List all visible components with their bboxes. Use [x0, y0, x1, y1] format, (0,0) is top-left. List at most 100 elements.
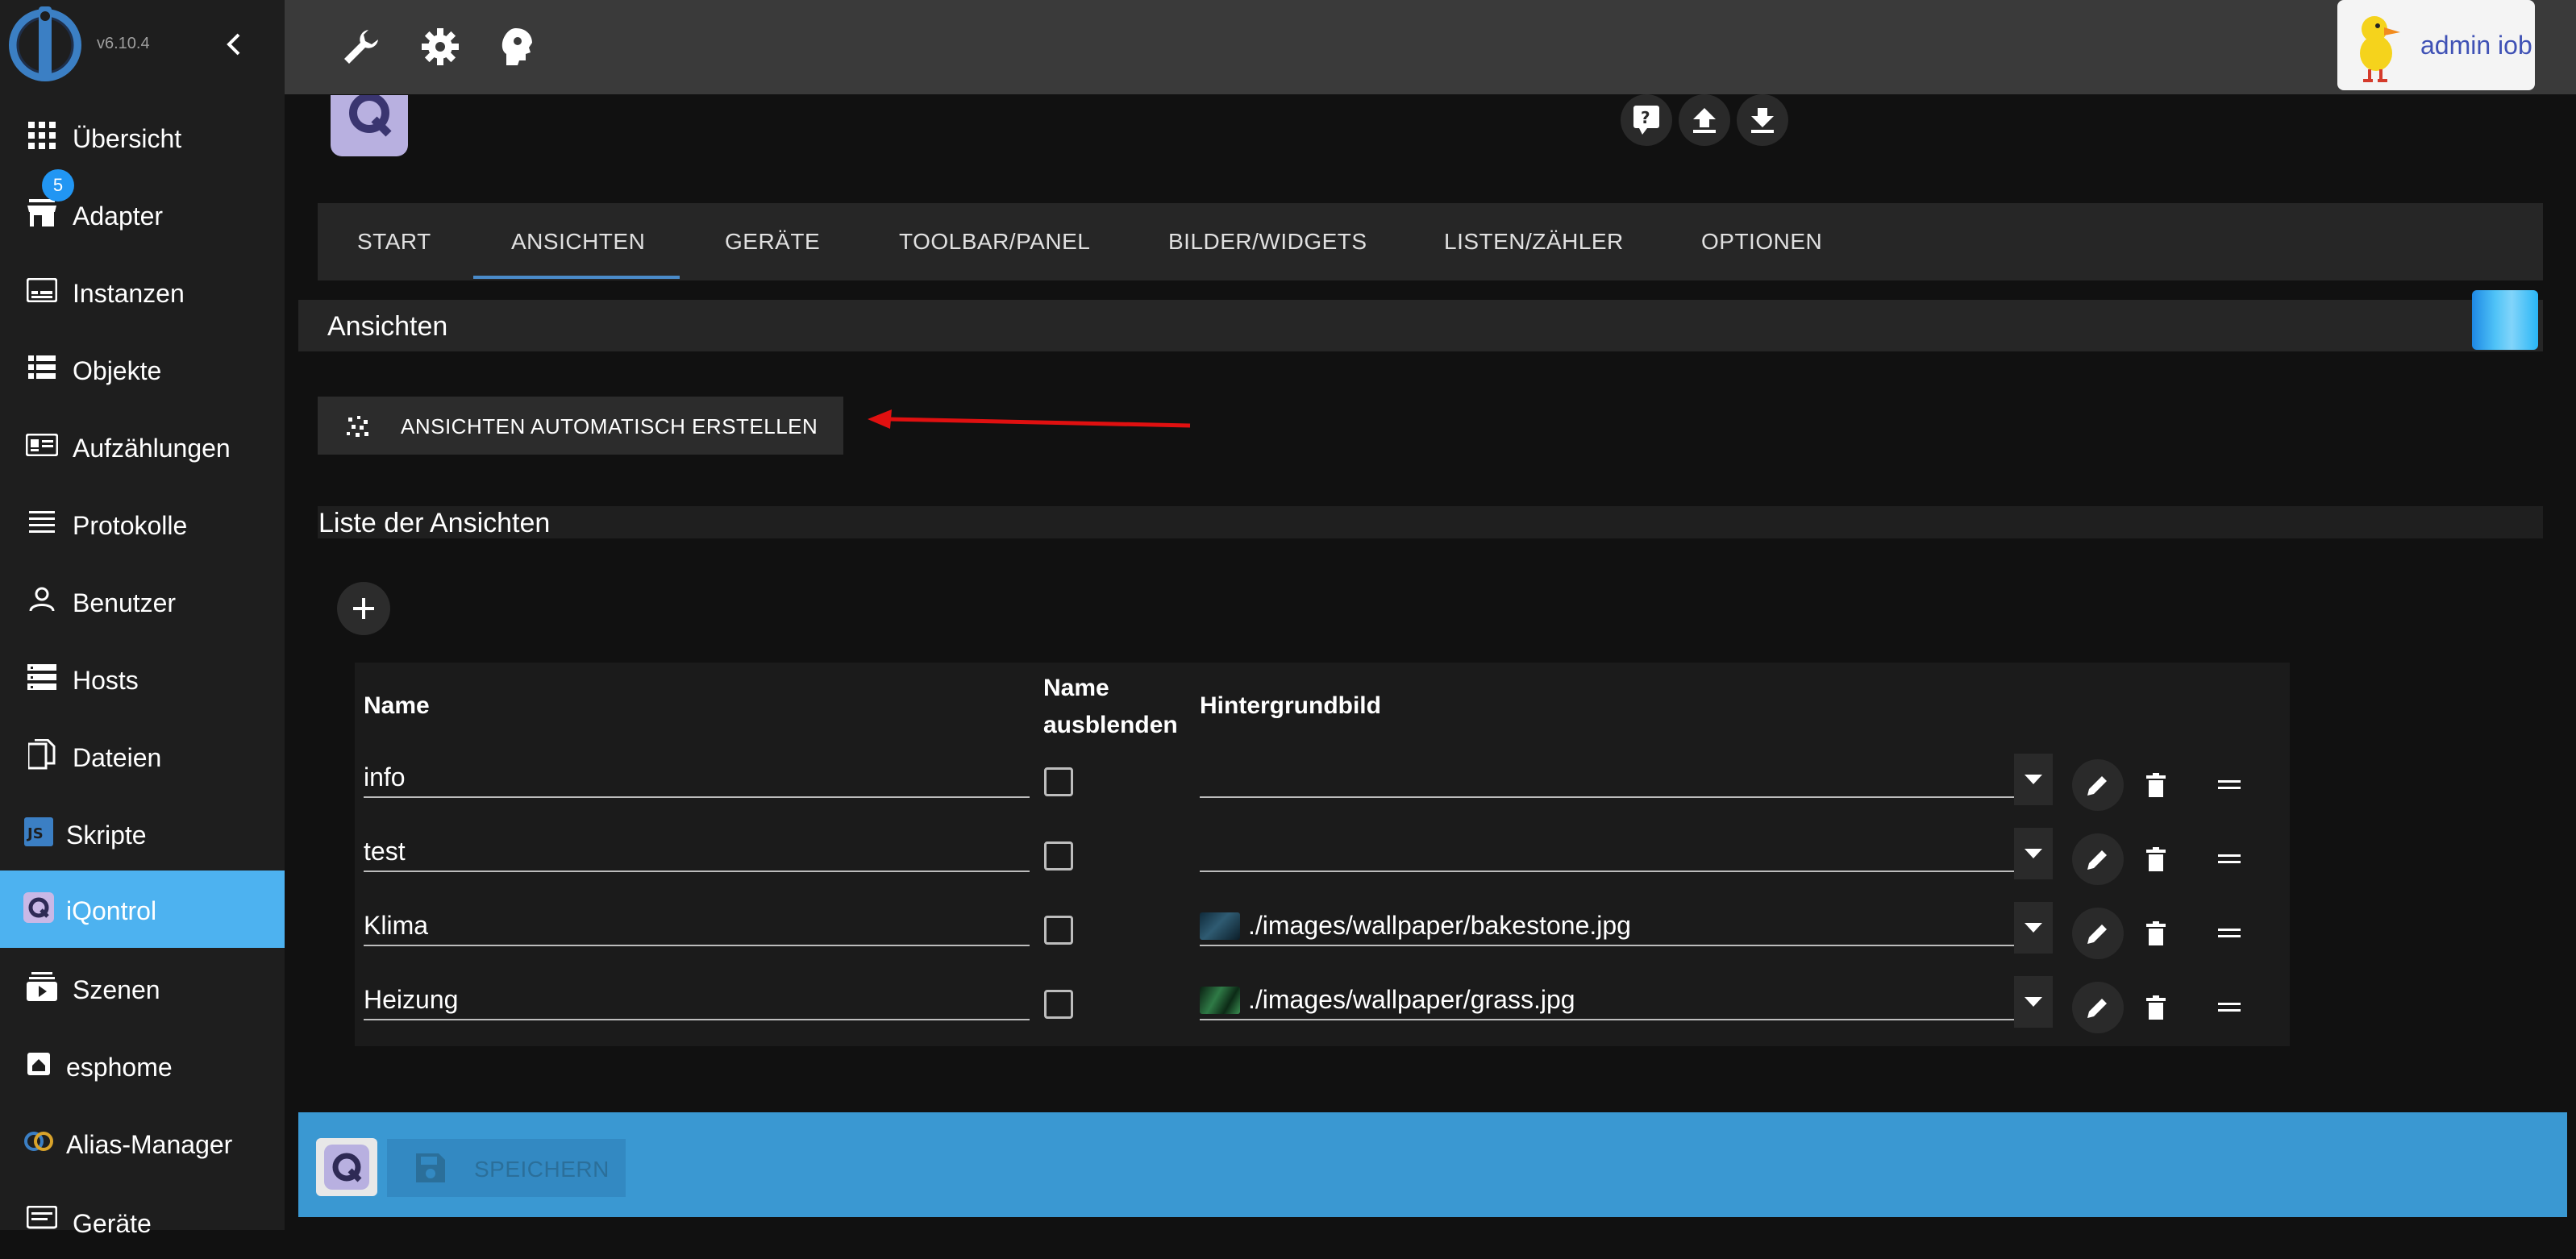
system-settings-button[interactable]: [414, 21, 466, 73]
add-view-button[interactable]: [337, 582, 390, 635]
drag-handle[interactable]: [2204, 908, 2255, 959]
view-name-input[interactable]: test: [364, 832, 1030, 872]
sidebar-item-esphome[interactable]: esphome: [0, 1027, 285, 1104]
view-name-input[interactable]: Heizung: [364, 980, 1030, 1020]
sidebar-item-objekte[interactable]: Objekte: [0, 330, 285, 408]
sidebar-item-benutzer[interactable]: Benutzer: [0, 563, 285, 640]
background-dropdown-button[interactable]: [2014, 828, 2053, 879]
user-name: admin iob: [2420, 31, 2532, 60]
tab-start[interactable]: START: [357, 203, 431, 280]
background-dropdown-button[interactable]: [2014, 754, 2053, 805]
javascript-icon: JS: [21, 814, 56, 850]
expert-head-icon: [501, 28, 532, 65]
wrench-icon: [344, 30, 378, 64]
view-name-input[interactable]: Klima: [364, 906, 1030, 946]
edit-view-button[interactable]: [2072, 759, 2124, 811]
edit-view-button[interactable]: [2072, 833, 2124, 885]
floppy-disk-icon: [416, 1153, 445, 1182]
tab-bilder-widgets[interactable]: BILDER/WIDGETS: [1168, 203, 1367, 280]
save-button[interactable]: SPEICHERN: [387, 1139, 626, 1197]
sidebar-item-label: Szenen: [73, 975, 160, 1004]
background-image-select[interactable]: [1200, 758, 2014, 798]
view-name-input[interactable]: info: [364, 758, 1030, 798]
drag-handle-icon: [2218, 780, 2241, 789]
auto-create-views-button[interactable]: ANSICHTEN AUTOMATISCH ERSTELLEN: [318, 397, 843, 455]
sidebar-item-label: Adapter: [73, 202, 164, 231]
sidebar-item-szenen[interactable]: Szenen: [0, 949, 285, 1027]
column-header-hide-name-1: Name: [1043, 675, 1109, 701]
sidebar-item-label: Protokolle: [73, 511, 188, 540]
delete-view-button[interactable]: [2130, 833, 2182, 885]
sidebar-item-adapter[interactable]: 5 Adapter: [0, 169, 285, 253]
drag-handle[interactable]: [2204, 759, 2255, 811]
delete-view-button[interactable]: [2130, 759, 2182, 811]
user-menu-button[interactable]: admin iob: [2337, 0, 2535, 90]
drag-handle[interactable]: [2204, 982, 2255, 1033]
plus-icon: [353, 598, 374, 619]
gear-icon: [422, 28, 459, 65]
edit-view-button[interactable]: [2072, 982, 2124, 1033]
hide-name-checkbox[interactable]: [1044, 916, 1073, 945]
download-button[interactable]: [1737, 94, 1788, 146]
tab-ansichten[interactable]: ANSICHTEN: [511, 203, 645, 280]
settings-wrench-button[interactable]: [335, 21, 387, 73]
pencil-icon: [2087, 776, 2107, 796]
hide-name-checkbox[interactable]: [1044, 767, 1073, 796]
tab-listen-zaehler[interactable]: LISTEN/ZÄHLER: [1444, 203, 1624, 280]
hide-name-checkbox[interactable]: [1044, 841, 1073, 870]
annotation-arrow: [868, 409, 1191, 429]
sidebar-item-alias-manager[interactable]: Alias-Manager: [0, 1104, 285, 1182]
delete-view-button[interactable]: [2130, 908, 2182, 959]
caret-down-icon: [2025, 775, 2042, 784]
alias-icon: [21, 1124, 56, 1159]
tab-optionen[interactable]: OPTIONEN: [1701, 203, 1822, 280]
delete-view-button[interactable]: [2130, 982, 2182, 1033]
background-dropdown-button[interactable]: [2014, 976, 2053, 1028]
sidebar-item-uebersicht[interactable]: Übersicht: [0, 98, 285, 176]
sidebar-item-protokolle[interactable]: Protokolle: [0, 485, 285, 563]
help-icon: ?: [1633, 106, 1659, 135]
sidebar-item-iqontrol[interactable]: iQontrol: [0, 870, 285, 948]
active-tab-indicator: [473, 276, 680, 279]
tab-toolbar-panel[interactable]: TOOLBAR/PANEL: [899, 203, 1090, 280]
server-icon: [24, 659, 60, 695]
drag-handle[interactable]: [2204, 833, 2255, 885]
background-image-select[interactable]: ./images/wallpaper/bakestone.jpg: [1200, 906, 2014, 946]
sidebar-item-geraete[interactable]: Geräte: [0, 1182, 285, 1259]
config-tabs: START ANSICHTEN GERÄTE TOOLBAR/PANEL BIL…: [318, 203, 2543, 280]
sidebar-item-label: Alias-Manager: [66, 1130, 233, 1159]
column-header-name: Name: [364, 692, 430, 719]
trash-icon: [2146, 773, 2166, 797]
drag-handle-icon: [2218, 1003, 2241, 1012]
tab-geraete[interactable]: GERÄTE: [725, 203, 820, 280]
sidebar-item-dateien[interactable]: Dateien: [0, 717, 285, 795]
save-label: SPEICHERN: [474, 1157, 610, 1182]
expert-mode-button[interactable]: [492, 21, 543, 73]
caret-down-icon: [2025, 997, 2042, 1007]
help-button[interactable]: ?: [1621, 94, 1672, 146]
sidebar-item-instanzen[interactable]: Instanzen: [0, 253, 285, 330]
download-icon: [1751, 108, 1774, 133]
files-icon: [24, 737, 60, 772]
sidebar-item-aufzaehlungen[interactable]: Aufzählungen: [0, 408, 285, 485]
sidebar: v6.10.4 Übersicht 5 Adapter Instanzen Ob…: [0, 0, 285, 1238]
upload-button[interactable]: [1679, 94, 1730, 146]
trash-icon: [2146, 921, 2166, 945]
sidebar-item-hosts[interactable]: Hosts: [0, 640, 285, 717]
sidebar-item-skripte[interactable]: JS Skripte: [0, 795, 285, 872]
grid-icon: [24, 118, 60, 153]
edit-view-button[interactable]: [2072, 908, 2124, 959]
background-image-select[interactable]: ./images/wallpaper/grass.jpg: [1200, 980, 2014, 1020]
iobroker-logo[interactable]: [8, 5, 92, 89]
background-image-select[interactable]: [1200, 832, 2014, 872]
hide-name-checkbox[interactable]: [1044, 990, 1073, 1019]
sidebar-item-label: Übersicht: [73, 124, 182, 153]
version-label: v6.10.4: [97, 35, 150, 52]
side-panel-toggle[interactable]: [2472, 290, 2538, 350]
background-dropdown-button[interactable]: [2014, 902, 2053, 954]
sidebar-item-label: Instanzen: [73, 279, 185, 308]
auto-fix-icon: [347, 416, 368, 437]
collapse-sidebar-button[interactable]: [218, 24, 250, 64]
drag-handle-icon: [2218, 929, 2241, 937]
log-icon: [24, 505, 60, 540]
